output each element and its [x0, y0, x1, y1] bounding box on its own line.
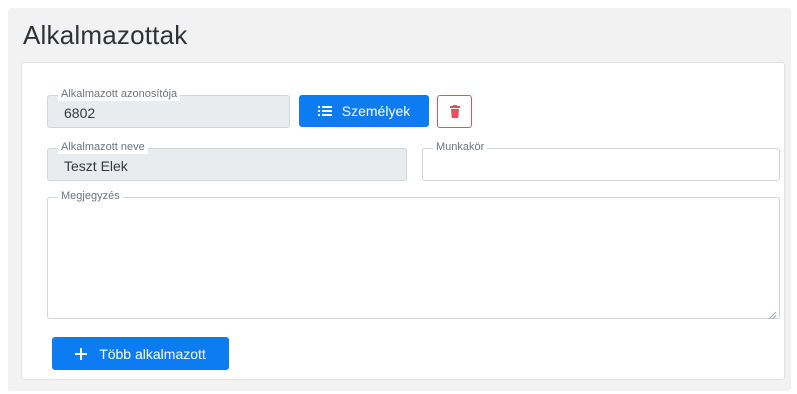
employee-form-card: Alkalmazott azonosítója 6802 Személyek A…: [21, 62, 785, 380]
plus-icon: [75, 347, 88, 360]
delete-button[interactable]: [437, 95, 472, 128]
note-textarea[interactable]: Megjegyzés: [47, 190, 780, 320]
employee-id-field: Alkalmazott azonosítója 6802: [47, 88, 290, 128]
note-label: Megjegyzés: [58, 190, 123, 203]
more-employees-button-label: Több alkalmazott: [99, 345, 206, 362]
page-container: Alkalmazottak Alkalmazott azonosítója 68…: [8, 8, 791, 391]
resize-grip-icon[interactable]: [768, 307, 777, 320]
employee-id-value: 6802: [64, 105, 96, 121]
page-title: Alkalmazottak: [23, 20, 188, 50]
employee-name-value: Teszt Elek: [64, 158, 128, 174]
job-title-label: Munkakör: [433, 141, 488, 154]
trash-icon: [449, 105, 460, 118]
persons-button-label: Személyek: [341, 103, 411, 119]
more-employees-button[interactable]: Több alkalmazott: [52, 337, 229, 370]
employee-name-field: Alkalmazott neve Teszt Elek: [47, 141, 407, 181]
job-title-field[interactable]: Munkakör: [422, 141, 780, 181]
persons-button[interactable]: Személyek: [299, 95, 429, 127]
list-icon: [317, 105, 332, 117]
